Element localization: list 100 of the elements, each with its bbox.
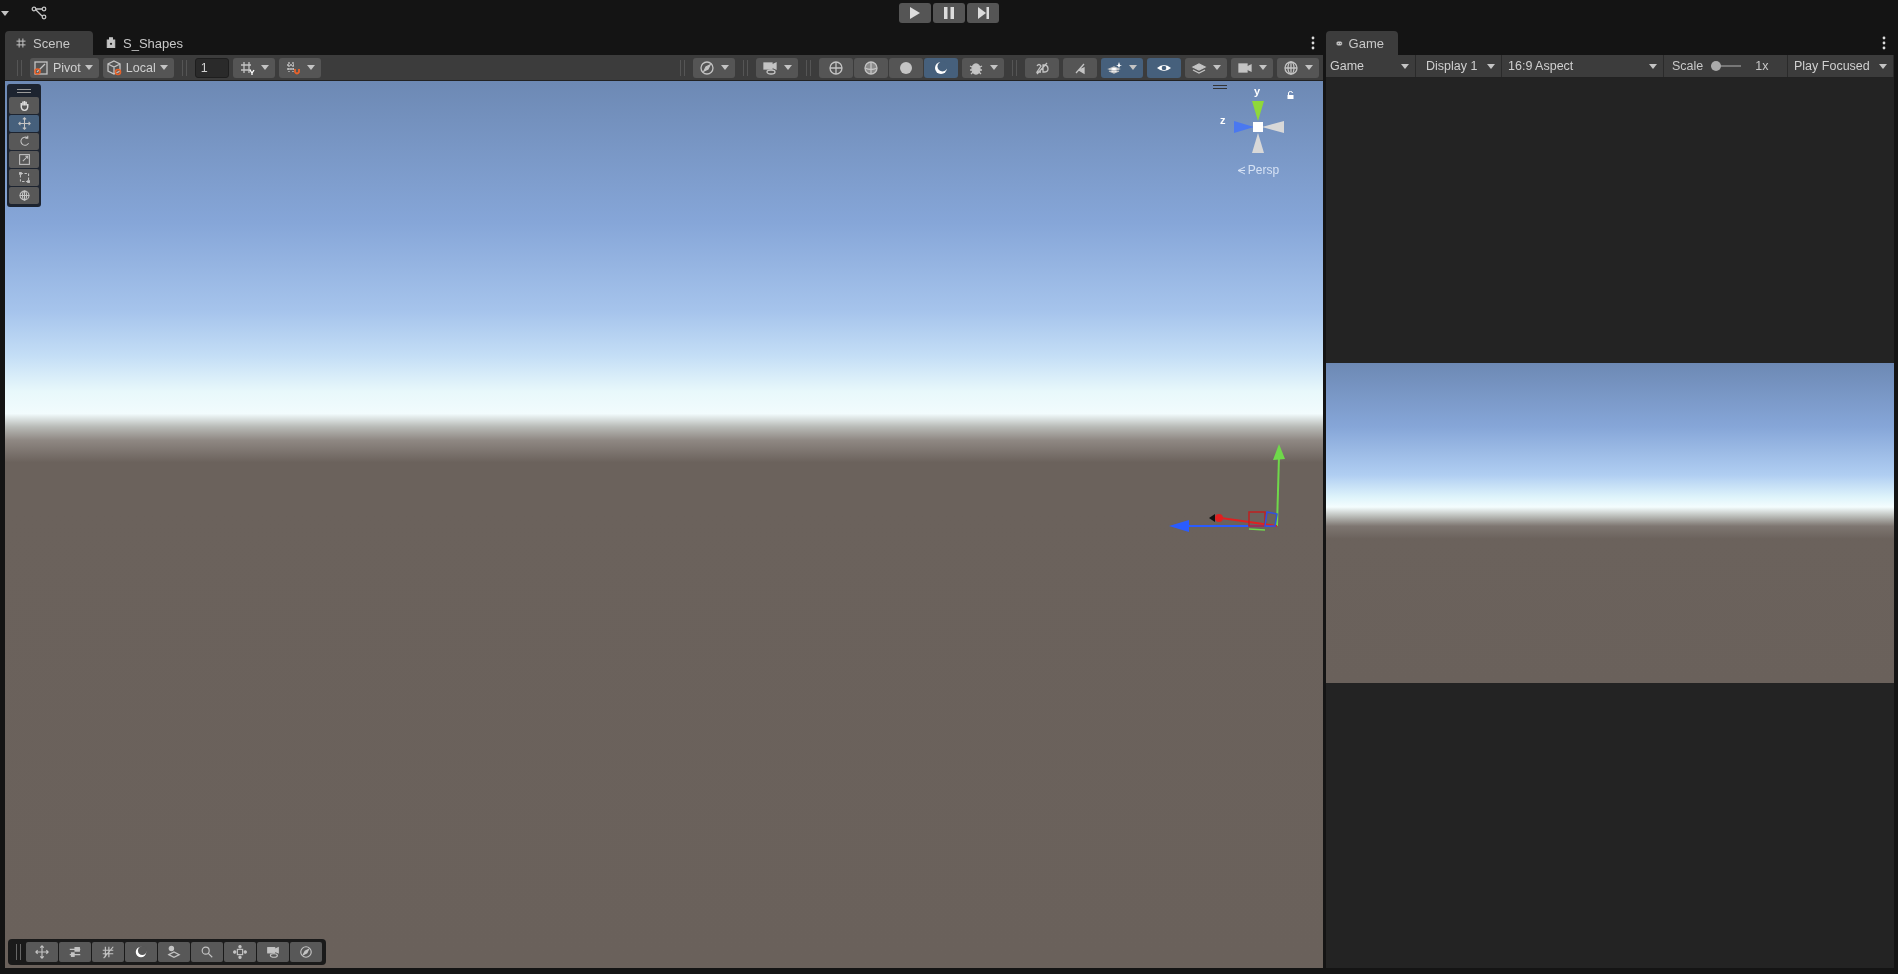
plane-dot-icon: [167, 945, 181, 959]
caret-icon: [1305, 65, 1313, 70]
rect-tool-icon: [17, 171, 31, 184]
space-dropdown[interactable]: Local: [102, 57, 174, 78]
move-overlay-button[interactable]: [26, 942, 58, 962]
sliders-icon: [68, 945, 82, 959]
camera-eye-button[interactable]: [756, 57, 798, 78]
grip-handle[interactable]: [16, 944, 21, 960]
caret-icon: [1, 10, 9, 16]
branch-icon: [31, 5, 47, 21]
wireframe-sphere-button[interactable]: [819, 57, 853, 78]
scene-tab[interactable]: Scene: [5, 31, 93, 55]
caret-icon: [1879, 63, 1887, 69]
move-icon: [35, 945, 49, 959]
slider-thumb[interactable]: [1711, 61, 1722, 71]
caret-icon: [721, 65, 729, 70]
grid-magnet-button[interactable]: [278, 57, 321, 78]
move-points-icon: [233, 945, 247, 959]
rotate-tool[interactable]: [9, 133, 39, 150]
caret-icon: [1487, 63, 1495, 69]
game-tab[interactable]: Game: [1326, 31, 1398, 55]
transform-sphere-tool[interactable]: [9, 187, 39, 204]
eye-button[interactable]: [1147, 57, 1181, 78]
camera-eye-icon: [762, 59, 778, 76]
grid-icon: [238, 59, 255, 76]
grip-handle[interactable]: [17, 59, 22, 76]
caret-icon: [1129, 65, 1137, 70]
compass-icon: [299, 945, 313, 959]
shaded-sphere-button[interactable]: [889, 57, 923, 78]
search-icon: [200, 945, 214, 959]
scale-tool[interactable]: [9, 151, 39, 168]
more-menu-icon[interactable]: [1882, 36, 1886, 50]
y-axis-label: y: [1254, 85, 1261, 97]
caret-icon: [784, 65, 792, 70]
layers-sparkle-button[interactable]: [1101, 57, 1143, 78]
2d-off-button[interactable]: [1025, 57, 1059, 78]
grip-handle[interactable]: [1012, 59, 1017, 76]
caret-icon: [1259, 65, 1267, 70]
gizmo-sphere-button[interactable]: [1277, 57, 1319, 78]
grip-handle[interactable]: [743, 59, 748, 76]
grip-handle[interactable]: [806, 59, 811, 76]
rotate-icon: [17, 135, 31, 148]
layers-button[interactable]: [1185, 57, 1227, 78]
caret-icon: [1649, 63, 1657, 69]
hand-tool[interactable]: [9, 97, 39, 114]
lock-icon[interactable]: [1287, 91, 1294, 99]
crescent-button[interactable]: [924, 57, 958, 78]
grid-increment-field[interactable]: 1: [194, 57, 229, 78]
compass-icon: [699, 59, 715, 76]
step-button[interactable]: [967, 3, 999, 23]
step-icon: [977, 7, 989, 19]
compass-button[interactable]: [693, 57, 735, 78]
more-menu-icon[interactable]: [1311, 36, 1315, 50]
move-tool[interactable]: [9, 115, 39, 132]
caret-icon: [159, 65, 168, 70]
pause-button[interactable]: [933, 3, 965, 23]
bug-button[interactable]: [962, 57, 1004, 78]
prefab-icon: [105, 37, 117, 49]
audio-off-button[interactable]: [1063, 57, 1097, 78]
caret-icon: [84, 65, 93, 70]
search-overlay-button[interactable]: [191, 942, 223, 962]
grid-magnet-icon: [284, 59, 301, 76]
caret-icon: [260, 65, 269, 70]
caret-icon: [306, 65, 315, 70]
play-button[interactable]: [899, 3, 931, 23]
grip-handle[interactable]: [680, 59, 685, 76]
grid-slash-overlay-button[interactable]: [92, 942, 124, 962]
drag-handle-icon[interactable]: [17, 89, 31, 93]
z-axis-label: z: [1220, 114, 1226, 126]
caret-icon: [1213, 65, 1221, 70]
scale-label: Scale: [1672, 59, 1704, 73]
pivot-dropdown[interactable]: Pivot: [30, 57, 99, 78]
rect-tool-tool[interactable]: [9, 169, 39, 186]
grid-button[interactable]: [232, 57, 275, 78]
pause-icon: [944, 7, 954, 19]
grip-handle[interactable]: [181, 59, 187, 76]
shaded-wire-sphere-button[interactable]: [854, 57, 888, 78]
camera-eye-icon: [266, 945, 280, 959]
grid-slash-icon: [101, 945, 115, 959]
sliders-overlay-button[interactable]: [59, 942, 91, 962]
crescent-plain-icon: [134, 945, 148, 959]
wireframe-sphere-icon: [828, 59, 844, 76]
scene-tab[interactable]: S_Shapes: [95, 31, 197, 55]
move-points-overlay-button[interactable]: [224, 942, 256, 962]
play-icon: [910, 7, 920, 19]
scene-grid-icon: [15, 37, 27, 49]
transform-sphere-icon: [17, 189, 31, 202]
video-camera-button[interactable]: [1231, 57, 1273, 78]
local-cube-icon: [105, 59, 122, 76]
compass-overlay-button[interactable]: [290, 942, 322, 962]
pivot-icon: [33, 59, 49, 76]
shaded-sphere-icon: [898, 59, 914, 76]
scale-value: 1x: [1755, 59, 1769, 73]
plane-dot-overlay-button[interactable]: [158, 942, 190, 962]
caret-icon: [1401, 63, 1409, 69]
crescent-icon: [933, 59, 949, 76]
camera-eye-overlay-button[interactable]: [257, 942, 289, 962]
crescent-plain-overlay-button[interactable]: [125, 942, 157, 962]
chevron-left-icon: [1236, 165, 1245, 175]
menu-lines-icon[interactable]: [1213, 85, 1227, 89]
